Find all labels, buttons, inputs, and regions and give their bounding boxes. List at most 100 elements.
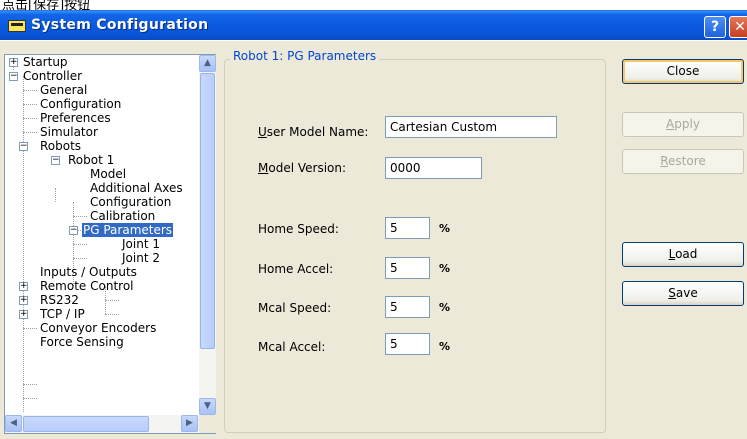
mcal-accel-input[interactable]: 5 — [385, 333, 430, 355]
top-strip: 点击[保存]按钮 — [0, 0, 747, 10]
user-model-name-label: User Model Name: — [258, 125, 368, 139]
percent-unit: % — [439, 222, 451, 235]
tree-line — [23, 384, 37, 385]
scroll-up-icon[interactable]: ▲ — [199, 55, 216, 72]
tree-item-label: Simulator — [40, 125, 98, 139]
scroll-right-icon[interactable]: ▶ — [181, 415, 198, 432]
scroll-down-icon[interactable]: ▼ — [199, 398, 216, 415]
mcal-accel-label: Mcal Accel: — [258, 340, 326, 354]
expand-icon[interactable]: + — [19, 296, 28, 305]
tree-item-label: General — [40, 83, 88, 97]
tree-item-label: Additional Axes — [90, 181, 183, 195]
tree-item-force-sensing[interactable]: Force Sensing — [39, 335, 125, 349]
tree-item-label: Joint 2 — [122, 251, 160, 265]
tree-item-pg-parameters[interactable]: PG Parameters — [82, 223, 174, 237]
tree-item-robot-1[interactable]: Robot 1 — [67, 153, 115, 167]
tree-content: + Startup − Controller General Configura… — [5, 55, 199, 415]
button-label-rest: estore — [668, 154, 706, 168]
tree-item-label: Controller — [23, 69, 83, 83]
tree-item-robots[interactable]: Robots — [39, 139, 82, 153]
tree-item-remote-control[interactable]: Remote Control — [39, 279, 135, 293]
expand-icon[interactable]: + — [9, 58, 18, 67]
home-speed-input[interactable]: 5 — [385, 217, 430, 239]
tree-item-label: Robot 1 — [68, 153, 115, 167]
tree-item-inputs-outputs[interactable]: Inputs / Outputs — [39, 265, 138, 279]
scrollbar-corner — [199, 415, 216, 433]
tree-item-label: Robots — [40, 139, 82, 153]
tree-line — [105, 314, 119, 315]
mnemonic-r: R — [660, 154, 669, 168]
expand-icon[interactable]: + — [19, 282, 28, 291]
tree-item-controller[interactable]: Controller — [22, 69, 83, 83]
tree-item-label: PG Parameters — [82, 223, 174, 237]
button-label-rest: ave — [675, 286, 698, 300]
tree-item-model[interactable]: Model — [89, 167, 127, 181]
tree-item-label: Startup — [23, 55, 68, 69]
tree-item-simulator[interactable]: Simulator — [39, 125, 99, 139]
load-button[interactable]: Load — [622, 242, 744, 267]
tree-item-general[interactable]: General — [39, 83, 88, 97]
collapse-icon[interactable]: − — [69, 226, 78, 235]
tree-horizontal-scrollbar[interactable]: ◀ ▶ — [5, 415, 199, 433]
tree-item-conveyor-encoders[interactable]: Conveyor Encoders — [39, 321, 157, 335]
tree-item-tcp-ip[interactable]: TCP / IP — [39, 307, 86, 321]
tree-line — [23, 104, 37, 105]
model-version-input[interactable]: 0000 — [385, 157, 482, 179]
mcal-speed-label: Mcal Speed: — [258, 301, 332, 315]
tree-item-calibration[interactable]: Calibration — [89, 209, 156, 223]
collapse-icon[interactable]: − — [9, 72, 18, 81]
model-version-label: Model Version: — [258, 161, 346, 175]
tree-line — [23, 90, 37, 91]
tree-line — [23, 76, 24, 412]
tree-item-startup[interactable]: Startup — [22, 55, 69, 69]
tree-item-additional-axes[interactable]: Additional Axes — [89, 181, 184, 195]
tree-item-rs232[interactable]: RS232 — [39, 293, 80, 307]
tree-item-preferences[interactable]: Preferences — [39, 111, 112, 125]
tree-item-configuration[interactable]: Configuration — [39, 97, 122, 111]
mnemonic-s: S — [668, 286, 676, 300]
tree-item-joint-2[interactable]: Joint 2 — [121, 251, 161, 265]
save-button[interactable]: Save — [622, 281, 744, 306]
tree-line — [55, 188, 56, 202]
config-tree[interactable]: + Startup − Controller General Configura… — [4, 54, 216, 434]
mcal-speed-input[interactable]: 5 — [385, 296, 430, 318]
user-model-name-input[interactable]: Cartesian Custom — [385, 116, 557, 138]
home-accel-label: Home Accel: — [258, 262, 334, 276]
window-close-button[interactable]: ✕ — [729, 16, 747, 38]
apply-button[interactable]: Apply — [622, 112, 744, 137]
home-accel-input[interactable]: 5 — [385, 257, 430, 279]
tree-item-label: RS232 — [40, 293, 79, 307]
button-label-rest: oad — [675, 247, 698, 261]
tree-item-label: Force Sensing — [40, 335, 124, 349]
mnemonic-m: M — [258, 161, 269, 175]
collapse-icon[interactable]: − — [51, 156, 60, 165]
app-window-icon — [8, 20, 26, 32]
tree-line — [73, 258, 87, 259]
tree-line — [73, 244, 87, 245]
tree-item-robot-configuration[interactable]: Configuration — [89, 195, 172, 209]
tree-item-label: Conveyor Encoders — [40, 321, 157, 335]
tree-item-joint-1[interactable]: Joint 1 — [121, 237, 161, 251]
tree-item-label: Inputs / Outputs — [40, 265, 137, 279]
tree-item-label: Configuration — [40, 97, 122, 111]
horizontal-scroll-thumb[interactable] — [23, 416, 149, 432]
tree-item-label: Joint 1 — [122, 237, 160, 251]
vertical-scroll-thumb[interactable] — [200, 73, 215, 349]
tree-item-label: TCP / IP — [40, 307, 85, 321]
window-title: System Configuration — [31, 17, 209, 33]
restore-button[interactable]: Restore — [622, 149, 744, 174]
title-bar[interactable]: System Configuration ? ✕ — [0, 10, 747, 40]
button-label-rest: pply — [674, 117, 700, 131]
percent-unit: % — [439, 301, 451, 314]
tree-item-label: Remote Control — [40, 279, 134, 293]
tree-item-label: Calibration — [90, 209, 156, 223]
scroll-left-icon[interactable]: ◀ — [5, 415, 22, 432]
help-button[interactable]: ? — [704, 16, 726, 38]
top-strip-text: 点击[保存]按钮 — [2, 0, 91, 10]
tree-vertical-scrollbar[interactable]: ▲ ▼ — [199, 55, 216, 415]
tree-item-label: Configuration — [90, 195, 172, 209]
dialog-body: + Startup − Controller General Configura… — [0, 41, 747, 439]
close-button[interactable]: Close — [622, 59, 744, 84]
expand-icon[interactable]: + — [19, 310, 28, 319]
collapse-icon[interactable]: − — [19, 142, 28, 151]
